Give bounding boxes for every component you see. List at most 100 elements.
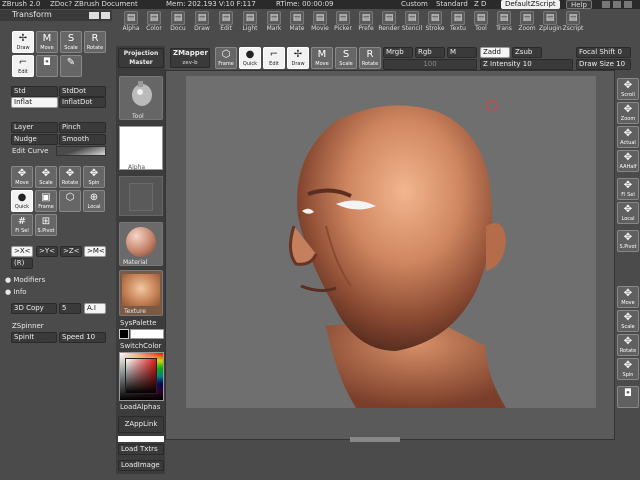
pinch-button[interactable]: Pinch xyxy=(59,122,106,133)
rotate-shelf-icon[interactable]: R Rotate xyxy=(359,47,381,69)
m-button[interactable]: M xyxy=(447,47,477,58)
menu-tool-button[interactable]: ▤ Tool xyxy=(470,10,492,36)
default-script-button[interactable]: DefaultZScript xyxy=(501,0,560,9)
speed-slider[interactable]: Speed 10 xyxy=(59,332,106,343)
menu-light-button[interactable]: ▤ Light xyxy=(239,10,261,36)
right-spivot-button[interactable]: ✥ S.Pivot xyxy=(617,230,639,252)
nudge-button[interactable]: Nudge xyxy=(11,134,58,145)
rgb-intensity-slider[interactable]: 100 xyxy=(383,59,477,70)
menu-textu-button[interactable]: ▤ Textu xyxy=(447,10,469,36)
menu-zplugin-button[interactable]: ▤ Zplugin xyxy=(539,10,562,36)
menu-picker-button[interactable]: ▤ Picker xyxy=(332,10,354,36)
secondary-color-swatch[interactable] xyxy=(130,329,164,339)
menu-mate-button[interactable]: ▤ Mate xyxy=(286,10,308,36)
move-button[interactable]: M Move xyxy=(36,31,58,53)
draw-size-slider[interactable]: Draw Size 10 xyxy=(576,59,631,70)
rotate-icon[interactable]: ✥ Rotate xyxy=(59,166,81,188)
draw-button[interactable]: ✢ Draw xyxy=(12,31,34,53)
copy3d-value[interactable]: 5 xyxy=(59,303,81,314)
menu-docu-button[interactable]: ▤ Docu xyxy=(167,10,189,36)
maximize-icon[interactable] xyxy=(613,1,621,8)
stddot-button[interactable]: StdDot xyxy=(59,86,106,97)
switchcolor-button[interactable]: SwitchColor xyxy=(120,342,161,350)
scale-icon[interactable]: ✥ Scale xyxy=(35,166,57,188)
z-intensity-slider[interactable]: Z Intensity 10 xyxy=(480,59,573,70)
minimize-icon[interactable] xyxy=(602,1,610,8)
right-actual-button[interactable]: ✥ Actual xyxy=(617,126,639,148)
inflat-button[interactable]: Inflat xyxy=(11,97,58,108)
menu-mark-button[interactable]: ▤ Mark xyxy=(263,10,285,36)
brush-icon[interactable]: ✎ xyxy=(60,55,82,77)
menu-stencil-button[interactable]: ▤ Stencil xyxy=(401,10,423,36)
material-preview[interactable]: Material xyxy=(119,222,163,266)
quick-icon[interactable]: ● Quick xyxy=(11,190,33,212)
help-button[interactable]: Help xyxy=(566,0,592,9)
zsub-button[interactable]: Zsub xyxy=(512,47,542,58)
rgb-button[interactable]: Rgb xyxy=(415,47,445,58)
zd-menu[interactable]: Z D xyxy=(474,0,486,9)
menu-render-button[interactable]: ▤ Render xyxy=(378,10,400,36)
document-menu[interactable]: ZDoc? ZBrush Document xyxy=(50,0,138,9)
sym-x-button[interactable]: >X< xyxy=(11,246,33,257)
right-zoom-button[interactable]: ✥ Zoom xyxy=(617,102,639,124)
sym-m-button[interactable]: >M< xyxy=(84,246,106,257)
pivot-icon[interactable]: ⊞ S.Pivot xyxy=(35,214,57,236)
zmapper-button[interactable]: ZMapper zev-b xyxy=(170,48,210,68)
inflatdot-button[interactable]: InflatDot xyxy=(59,97,106,108)
load-textures-button[interactable]: Load Txtrs xyxy=(118,444,164,455)
main-color-swatch[interactable] xyxy=(119,329,129,339)
palette-close-icon[interactable] xyxy=(101,12,110,19)
right-rotate-button[interactable]: ✥ Rotate xyxy=(617,334,639,356)
right-scale-button[interactable]: ✥ Scale xyxy=(617,310,639,332)
right-local-button[interactable]: ✥ Local xyxy=(617,202,639,224)
quick-shelf-icon[interactable]: ● Quick xyxy=(239,47,261,69)
zapplink-button[interactable]: ZAppLink xyxy=(118,416,164,433)
menu-edit-button[interactable]: ▤ Edit xyxy=(215,10,237,36)
move-shelf-icon[interactable]: M Move xyxy=(311,47,333,69)
sym-y-button[interactable]: >Y< xyxy=(36,246,58,257)
right-move-button[interactable]: ✥ Move xyxy=(617,286,639,308)
canvas-scroll-handle[interactable] xyxy=(350,437,400,442)
spin-icon[interactable]: ✥ Spin xyxy=(83,166,105,188)
loadalphas-button[interactable]: LoadAlphas xyxy=(120,403,160,411)
edit-shelf-icon[interactable]: ⌐ Edit xyxy=(263,47,285,69)
move-icon[interactable]: ✥ Move xyxy=(11,166,33,188)
document-canvas[interactable] xyxy=(186,76,596,408)
smooth-button[interactable]: Smooth xyxy=(59,134,106,145)
floor-select-icon[interactable]: # Fl Sel xyxy=(11,214,33,236)
stencil-slot[interactable] xyxy=(119,176,163,216)
tool-preview[interactable]: Tool xyxy=(119,76,163,120)
sym-z-button[interactable]: >Z< xyxy=(60,246,82,257)
info-section[interactable]: ● Info xyxy=(5,288,27,296)
modifiers-section[interactable]: ● Modifiers xyxy=(5,276,45,284)
scale-button[interactable]: S Scale xyxy=(60,31,82,53)
color-picker-square[interactable] xyxy=(125,358,157,394)
projection-master-button[interactable]: Projection Master xyxy=(118,48,164,68)
local-icon[interactable]: ⊕ Local xyxy=(83,190,105,212)
radial-button[interactable]: (R) xyxy=(11,258,33,269)
menu-trans-button[interactable]: ▤ Trans xyxy=(493,10,515,36)
spinit-button[interactable]: SpinIt xyxy=(11,332,57,343)
frame-icon[interactable]: ▣ Frame xyxy=(35,190,57,212)
texture-preview[interactable]: Texture xyxy=(119,270,163,316)
mrgb-button[interactable]: Mrgb xyxy=(383,47,413,58)
std-button[interactable]: Std xyxy=(11,86,58,97)
custom-menu[interactable]: Custom xyxy=(401,0,428,9)
menu-zscript-button[interactable]: ▤ Zscript xyxy=(562,10,584,36)
draw-shelf-icon[interactable]: ✢ Draw xyxy=(287,47,309,69)
cube-icon[interactable]: ⬡ xyxy=(59,190,81,212)
menu-prefe-button[interactable]: ▤ Prefe xyxy=(355,10,377,36)
scale-shelf-icon[interactable]: S Scale xyxy=(335,47,357,69)
right-aahalf-button[interactable]: ✥ AAHalf xyxy=(617,150,639,172)
menu-alpha-button[interactable]: ▤ Alpha xyxy=(120,10,142,36)
frame-shelf-icon[interactable]: ⬡ Frame xyxy=(215,47,237,69)
menu-draw-button[interactable]: ▤ Draw xyxy=(191,10,213,36)
syspalette-button[interactable]: SysPalette xyxy=(120,319,156,327)
zadd-button[interactable]: Zadd xyxy=(480,47,510,58)
edit-curve-slider[interactable] xyxy=(56,146,106,156)
menu-zoom-button[interactable]: ▤ Zoom xyxy=(516,10,538,36)
right-scroll-button[interactable]: ✥ Scroll xyxy=(617,78,639,100)
palette-menu-icon[interactable] xyxy=(89,12,99,19)
standard-menu[interactable]: Standard xyxy=(436,0,468,9)
rotate-button[interactable]: R Rotate xyxy=(84,31,106,53)
